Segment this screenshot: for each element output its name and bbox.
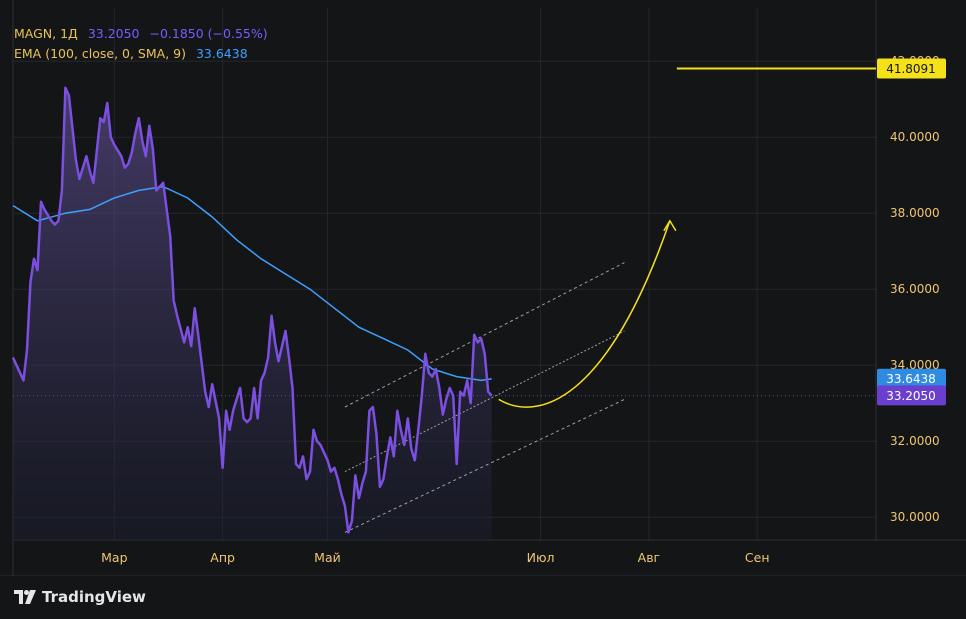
legend-ema-row[interactable]: EMA (100, close, 0, SMA, 9) 33.6438 bbox=[14, 44, 268, 64]
legend-symbol-row[interactable]: MAGN, 1Д 33.2050 −0.1850 (−0.55%) bbox=[14, 24, 268, 44]
axis-price-label: 33.2050 bbox=[886, 389, 936, 403]
x-axis-tick-label: Июл bbox=[527, 550, 555, 565]
legend-ema-value: 33.6438 bbox=[195, 46, 248, 61]
brand-name: TradingView bbox=[42, 588, 146, 606]
axis-price-label: 41.8091 bbox=[886, 62, 936, 76]
x-axis-tick-label: Апр bbox=[210, 550, 235, 565]
axis-price-label: 33.6438 bbox=[886, 372, 936, 386]
y-axis-tick-label: 36.0000 bbox=[890, 282, 940, 296]
x-axis-tick-label: Мар bbox=[101, 550, 127, 565]
y-axis-tick-label: 30.0000 bbox=[890, 510, 940, 524]
tradingview-logo-icon bbox=[14, 590, 36, 604]
legend-ema-label[interactable]: EMA (100, close, 0, SMA, 9) bbox=[14, 46, 186, 61]
y-axis-tick-label: 38.0000 bbox=[890, 206, 940, 220]
x-axis-tick-label: Май bbox=[314, 550, 341, 565]
legend-change: −0.1850 (−0.55%) bbox=[149, 26, 268, 41]
chart-legend: MAGN, 1Д 33.2050 −0.1850 (−0.55%) EMA (1… bbox=[14, 24, 268, 64]
forecast-arrow-curve[interactable] bbox=[498, 220, 671, 408]
y-axis-tick-label: 32.0000 bbox=[890, 434, 940, 448]
chart-canvas[interactable]: 30.000032.000034.000036.000038.000040.00… bbox=[0, 0, 966, 576]
x-axis-tick-label: Сен bbox=[745, 550, 770, 565]
y-axis-tick-label: 40.0000 bbox=[890, 130, 940, 144]
x-axis-tick-label: Авг bbox=[638, 550, 661, 565]
legend-symbol[interactable]: MAGN, 1Д bbox=[14, 26, 78, 41]
tradingview-brand[interactable]: TradingView bbox=[14, 588, 146, 606]
legend-price: 33.2050 bbox=[87, 26, 140, 41]
price-area-fill bbox=[13, 87, 492, 541]
chart-frame[interactable]: 30.0000 32.0000 34.0000 36.0000 38.0000 40.00… bbox=[0, 0, 966, 576]
